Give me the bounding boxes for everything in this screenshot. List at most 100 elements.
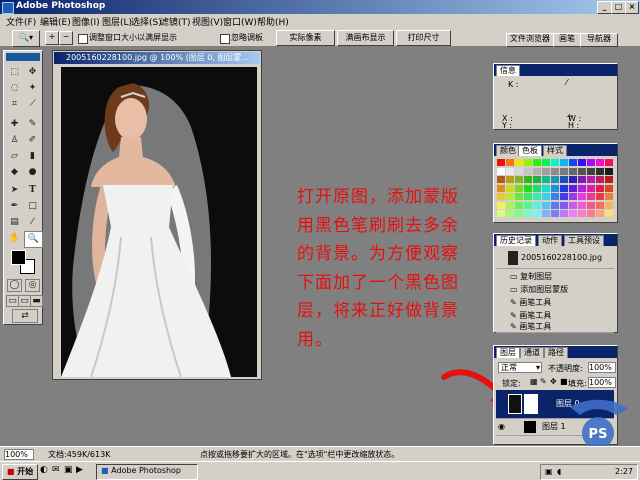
history-snapshot[interactable]: 2005160228100.jpg: [496, 248, 614, 269]
quicklaunch-ie-icon[interactable]: ◐: [40, 465, 48, 475]
color-swatch[interactable]: [533, 176, 541, 183]
color-swatch[interactable]: [569, 167, 577, 175]
blend-mode-select[interactable]: 正常 ▾: [498, 362, 542, 373]
color-swatch[interactable]: [497, 159, 505, 166]
slice-tool-icon[interactable]: ⟋: [24, 97, 41, 112]
lock-transparency-icon[interactable]: ▦: [530, 377, 538, 386]
color-swatch[interactable]: [569, 176, 577, 183]
tab-styles[interactable]: 样式: [543, 145, 567, 156]
start-button[interactable]: ■ 开始: [2, 464, 38, 480]
palette-well-navigator[interactable]: 导航器: [580, 33, 618, 47]
color-swatch[interactable]: [560, 176, 568, 183]
zoom-in-icon[interactable]: +: [45, 31, 59, 45]
color-swatch[interactable]: [578, 193, 586, 200]
history-item[interactable]: ✎ 画笔工具: [496, 296, 614, 310]
fit-screen-button[interactable]: 满画布显示: [337, 30, 394, 46]
color-swatch[interactable]: [587, 193, 595, 200]
healing-brush-icon[interactable]: ✚: [6, 117, 23, 132]
gradient-tool-icon[interactable]: ▮: [24, 149, 41, 164]
quicklaunch-outlook-icon[interactable]: ✉: [52, 465, 60, 475]
color-swatch[interactable]: [524, 167, 532, 175]
color-swatch[interactable]: [587, 210, 595, 217]
color-swatch[interactable]: [506, 193, 514, 200]
color-swatch[interactable]: [533, 159, 541, 166]
tray-icon-volume[interactable]: ◖: [557, 465, 561, 478]
color-swatch[interactable]: [569, 193, 577, 200]
color-swatch[interactable]: [506, 159, 514, 166]
color-swatch[interactable]: [542, 201, 550, 209]
color-swatch[interactable]: [587, 167, 595, 175]
color-swatch[interactable]: [506, 176, 514, 183]
move-tool-icon[interactable]: ✥: [24, 65, 41, 80]
color-swatch[interactable]: [578, 184, 586, 192]
color-swatch[interactable]: [605, 176, 613, 183]
foreground-color-icon[interactable]: [11, 250, 26, 265]
color-swatch[interactable]: [542, 184, 550, 192]
color-swatch[interactable]: [569, 201, 577, 209]
history-brush-icon[interactable]: ✐: [24, 133, 41, 148]
print-size-button[interactable]: 打印尺寸: [396, 30, 451, 46]
marquee-tool-icon[interactable]: ⬚: [6, 65, 23, 80]
clone-stamp-icon[interactable]: ♙: [6, 133, 23, 148]
color-swatch[interactable]: [524, 159, 532, 166]
color-swatch[interactable]: [560, 201, 568, 209]
color-swatch[interactable]: [569, 210, 577, 217]
dodge-tool-icon[interactable]: ●: [24, 165, 41, 180]
color-swatch[interactable]: [560, 159, 568, 166]
color-swatch[interactable]: [551, 184, 559, 192]
path-select-icon[interactable]: ➤: [6, 183, 23, 198]
lock-all-icon[interactable]: ■: [560, 377, 568, 386]
color-swatch[interactable]: [560, 167, 568, 175]
color-swatch[interactable]: [524, 176, 532, 183]
color-swatch[interactable]: [596, 167, 604, 175]
tab-tool-presets[interactable]: 工具预设: [564, 235, 604, 246]
tab-swatches[interactable]: 色板: [518, 145, 542, 156]
lasso-tool-icon[interactable]: ◌: [6, 81, 23, 96]
hand-tool-icon[interactable]: ✋: [6, 231, 23, 246]
pen-tool-icon[interactable]: ✒: [6, 199, 23, 214]
screen-mode-black-icon[interactable]: ▬: [30, 295, 43, 307]
tab-color[interactable]: 颜色: [496, 145, 520, 156]
color-swatch[interactable]: [596, 184, 604, 192]
color-swatch[interactable]: [551, 167, 559, 175]
quicklaunch-desktop-icon[interactable]: ▣: [64, 465, 73, 475]
crop-tool-icon[interactable]: ⌗: [6, 97, 23, 112]
color-swatch[interactable]: [524, 201, 532, 209]
color-swatch[interactable]: [497, 176, 505, 183]
color-swatch[interactable]: [569, 184, 577, 192]
brush-tool-icon[interactable]: ✎: [24, 117, 41, 132]
history-item[interactable]: ▭ 添加图层蒙版: [496, 283, 614, 297]
color-swatch[interactable]: [542, 167, 550, 175]
color-swatch[interactable]: [533, 201, 541, 209]
color-swatch[interactable]: [587, 201, 595, 209]
color-swatch[interactable]: [533, 210, 541, 217]
lock-position-icon[interactable]: ✥: [550, 377, 557, 386]
color-swatch[interactable]: [605, 159, 613, 166]
lock-image-icon[interactable]: ✎: [540, 377, 547, 386]
color-swatch[interactable]: [578, 210, 586, 217]
color-swatch[interactable]: [515, 193, 523, 200]
color-swatch[interactable]: [605, 167, 613, 175]
tab-actions[interactable]: 动作: [538, 235, 562, 246]
color-swatch[interactable]: [587, 184, 595, 192]
color-swatch[interactable]: [605, 201, 613, 209]
color-swatch[interactable]: [497, 184, 505, 192]
color-swatch[interactable]: [551, 210, 559, 217]
tray-icon-network[interactable]: ▣: [545, 465, 553, 478]
color-swatch[interactable]: [515, 201, 523, 209]
color-swatch[interactable]: [596, 201, 604, 209]
color-swatch[interactable]: [515, 184, 523, 192]
color-swatch[interactable]: [551, 159, 559, 166]
quick-mask-icon[interactable]: ◎: [25, 279, 40, 292]
imageready-jump-icon[interactable]: ⇄: [12, 309, 38, 323]
color-swatch[interactable]: [533, 167, 541, 175]
color-swatch[interactable]: [497, 167, 505, 175]
color-swatch[interactable]: [560, 210, 568, 217]
actual-pixels-button[interactable]: 实际像素: [276, 30, 335, 46]
tab-channels[interactable]: 通道: [520, 347, 544, 358]
color-swatch[interactable]: [596, 210, 604, 217]
color-swatch[interactable]: [524, 210, 532, 217]
color-swatch[interactable]: [542, 210, 550, 217]
color-swatch[interactable]: [497, 193, 505, 200]
color-swatch[interactable]: [542, 159, 550, 166]
